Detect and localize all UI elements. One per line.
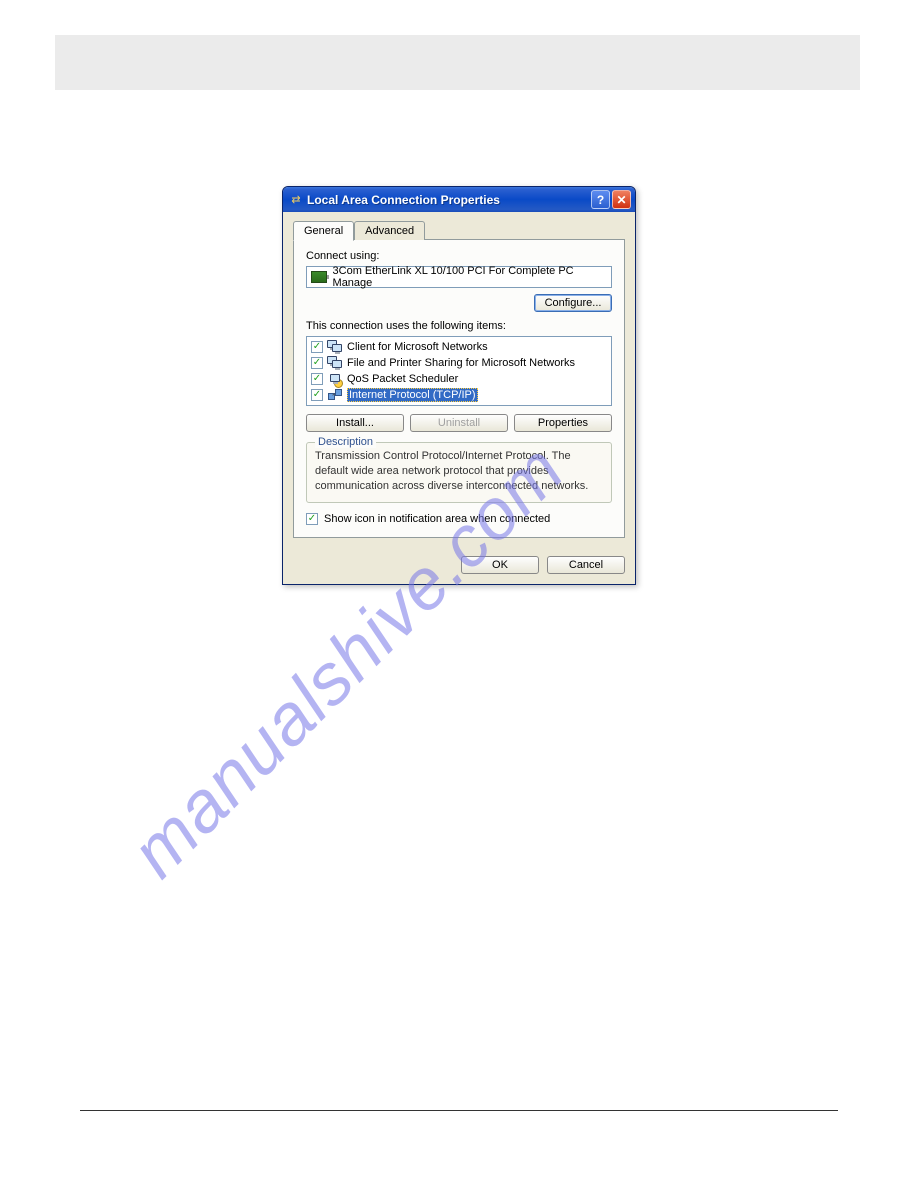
- list-item-label: QoS Packet Scheduler: [347, 373, 458, 385]
- titlebar[interactable]: ⇄ Local Area Connection Properties ? ✕: [283, 187, 635, 212]
- checkbox[interactable]: ✓: [311, 357, 323, 369]
- tab-panel-general: Connect using: 3Com EtherLink XL 10/100 …: [293, 239, 625, 538]
- list-item[interactable]: ✓ File and Printer Sharing for Microsoft…: [307, 355, 611, 371]
- checkbox[interactable]: ✓: [311, 373, 323, 385]
- configure-button[interactable]: Configure...: [534, 294, 612, 312]
- dialog-footer: OK Cancel: [283, 548, 635, 584]
- show-icon-label: Show icon in notification area when conn…: [324, 513, 550, 525]
- description-title: Description: [315, 436, 376, 448]
- list-item-label: Client for Microsoft Networks: [347, 341, 488, 353]
- description-group: Description Transmission Control Protoco…: [306, 442, 612, 503]
- list-item[interactable]: ✓ Client for Microsoft Networks: [307, 339, 611, 355]
- uninstall-button: Uninstall: [410, 414, 508, 432]
- footer-rule: [80, 1110, 838, 1111]
- show-icon-checkbox[interactable]: ✓: [306, 513, 318, 525]
- close-button[interactable]: ✕: [612, 190, 631, 209]
- list-item[interactable]: ✓ QoS Packet Scheduler: [307, 371, 611, 387]
- connect-using-label: Connect using:: [306, 250, 612, 262]
- list-item[interactable]: ✓ Internet Protocol (TCP/IP): [307, 387, 611, 403]
- connection-icon: ⇄: [289, 193, 303, 207]
- client-icon: [327, 340, 343, 354]
- checkbox[interactable]: ✓: [311, 341, 323, 353]
- tab-bar: General Advanced: [293, 220, 625, 239]
- adapter-icon: [311, 271, 327, 283]
- tab-advanced[interactable]: Advanced: [354, 221, 425, 240]
- checkbox[interactable]: ✓: [311, 389, 323, 401]
- properties-dialog: ⇄ Local Area Connection Properties ? ✕ G…: [282, 186, 636, 585]
- description-text: Transmission Control Protocol/Internet P…: [315, 449, 603, 494]
- ok-button[interactable]: OK: [461, 556, 539, 574]
- install-button[interactable]: Install...: [306, 414, 404, 432]
- qos-icon: [327, 372, 343, 386]
- list-item-label: Internet Protocol (TCP/IP): [347, 388, 478, 402]
- protocol-icon: [327, 388, 343, 402]
- adapter-name: 3Com EtherLink XL 10/100 PCI For Complet…: [333, 265, 607, 289]
- properties-button[interactable]: Properties: [514, 414, 612, 432]
- service-icon: [327, 356, 343, 370]
- tab-general[interactable]: General: [293, 221, 354, 241]
- items-label: This connection uses the following items…: [306, 320, 612, 332]
- list-item-label: File and Printer Sharing for Microsoft N…: [347, 357, 575, 369]
- cancel-button[interactable]: Cancel: [547, 556, 625, 574]
- page-header-bar: [55, 35, 860, 90]
- dialog-title: Local Area Connection Properties: [307, 193, 591, 207]
- items-listbox[interactable]: ✓ Client for Microsoft Networks ✓ File a…: [306, 336, 612, 406]
- help-button[interactable]: ?: [591, 190, 610, 209]
- adapter-field[interactable]: 3Com EtherLink XL 10/100 PCI For Complet…: [306, 266, 612, 288]
